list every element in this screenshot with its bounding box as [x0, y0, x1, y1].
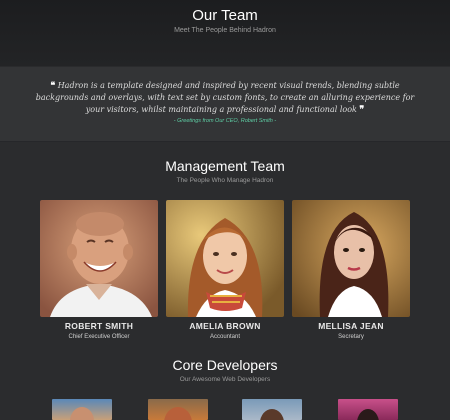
- quote-open-icon: ❝: [50, 81, 56, 91]
- management-title: Management Team: [165, 158, 285, 174]
- page-subtitle: Meet The People Behind Hadron: [174, 27, 276, 34]
- ceo-quote-section: ❝ Hadron is a template designed and insp…: [0, 66, 450, 142]
- member-name: MELLISA JEAN: [318, 321, 384, 331]
- developers-title: Core Developers: [172, 357, 278, 373]
- member-photo-robert[interactable]: [40, 200, 158, 317]
- page-title: Our Team: [192, 7, 258, 24]
- quote-greeting: - Greetings from Our CEO, Robert Smith -: [173, 118, 277, 124]
- member-name: ROBERT SMITH: [64, 321, 134, 331]
- ceo-quote: ❝ Hadron is a template designed and insp…: [28, 80, 422, 116]
- developer-photo[interactable]: [52, 399, 112, 420]
- developer-photo[interactable]: [242, 399, 302, 420]
- team-member-card[interactable]: MELLISA JEAN Secretary: [292, 200, 410, 340]
- member-role: Secretary: [338, 334, 364, 340]
- management-subtitle: The People Who Manage Hadron: [176, 177, 274, 184]
- member-role: Chief Executive Officer: [68, 334, 130, 340]
- member-role: Accountant: [209, 334, 241, 340]
- member-photo-amelia[interactable]: [166, 200, 284, 317]
- team-member-card[interactable]: ROBERT SMITH Chief Executive Officer: [40, 200, 158, 340]
- quote-close-icon: ❞: [359, 105, 365, 115]
- quote-text: Hadron is a template designed and inspir…: [35, 81, 415, 114]
- developer-photo[interactable]: [148, 399, 208, 420]
- member-photo-mellisa[interactable]: [292, 200, 410, 317]
- team-member-card[interactable]: AMELIA BROWN Accountant: [166, 200, 284, 340]
- developer-photo[interactable]: [338, 399, 398, 420]
- developers-subtitle: Our Awesome Web Developers: [179, 376, 271, 383]
- page-header: Our Team Meet The People Behind Hadron: [0, 0, 450, 66]
- member-name: AMELIA BROWN: [189, 321, 261, 331]
